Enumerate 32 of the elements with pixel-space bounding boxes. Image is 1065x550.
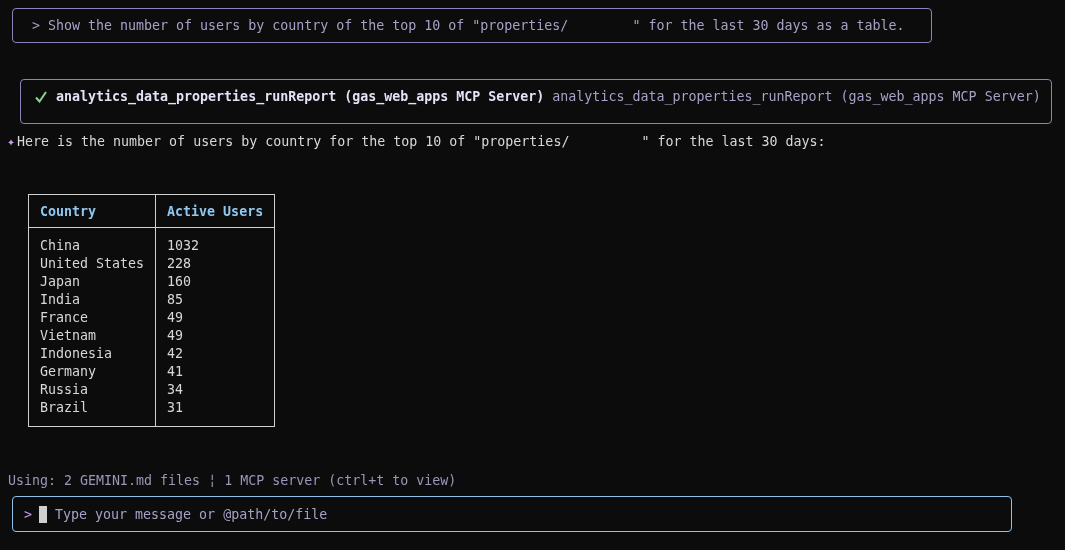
table-cell: 42 bbox=[155, 345, 275, 363]
table-cell: 49 bbox=[155, 327, 275, 345]
table-cell: 41 bbox=[155, 363, 275, 381]
table-cell: 85 bbox=[155, 291, 275, 309]
table-cell: 34 bbox=[155, 381, 275, 399]
table-cell: 228 bbox=[155, 255, 275, 273]
column-header: Active Users bbox=[155, 194, 275, 228]
table-cell: France bbox=[28, 309, 156, 327]
table-cell: 31 bbox=[155, 399, 275, 427]
context-status: Using: 2 GEMINI.md files ¦ 1 MCP server (ctrl+t to view) bbox=[8, 473, 457, 488]
sparkle-marker: ✦ bbox=[7, 134, 15, 149]
table-cell: Brazil bbox=[28, 399, 156, 427]
tool-description: analytics_data_properties_runReport (gas_web_apps MCP Server) bbox=[552, 89, 1041, 104]
prompt-text: > Show the number of users by country of the top 10 of "properties/ " for the last 30 days as a table. bbox=[32, 18, 905, 33]
table-cell: Vietnam bbox=[28, 327, 156, 345]
text-cursor bbox=[39, 505, 47, 523]
table-cell: 160 bbox=[155, 273, 275, 291]
table-cell: 49 bbox=[155, 309, 275, 327]
table-cell: Russia bbox=[28, 381, 156, 399]
column-header: Country bbox=[28, 194, 156, 228]
table-cell: India bbox=[28, 291, 156, 309]
table-cell: China bbox=[28, 227, 156, 255]
input-frame[interactable]: > Type your message or @path/to/file bbox=[12, 496, 1012, 532]
table-cell: 1032 bbox=[155, 227, 275, 255]
table-cell: Germany bbox=[28, 363, 156, 381]
message-input[interactable]: Type your message or @path/to/file bbox=[55, 506, 1000, 522]
prompt-caret: > bbox=[24, 506, 32, 522]
response-text: Here is the number of users by country for the top 10 of "properties/ " for the last 30 days: bbox=[17, 134, 826, 149]
table-cell: United States bbox=[28, 255, 156, 273]
tool-name: analytics_data_properties_runReport (gas_web_apps MCP Server) bbox=[56, 89, 545, 104]
table-cell: Indonesia bbox=[28, 345, 156, 363]
table-cell: Japan bbox=[28, 273, 156, 291]
